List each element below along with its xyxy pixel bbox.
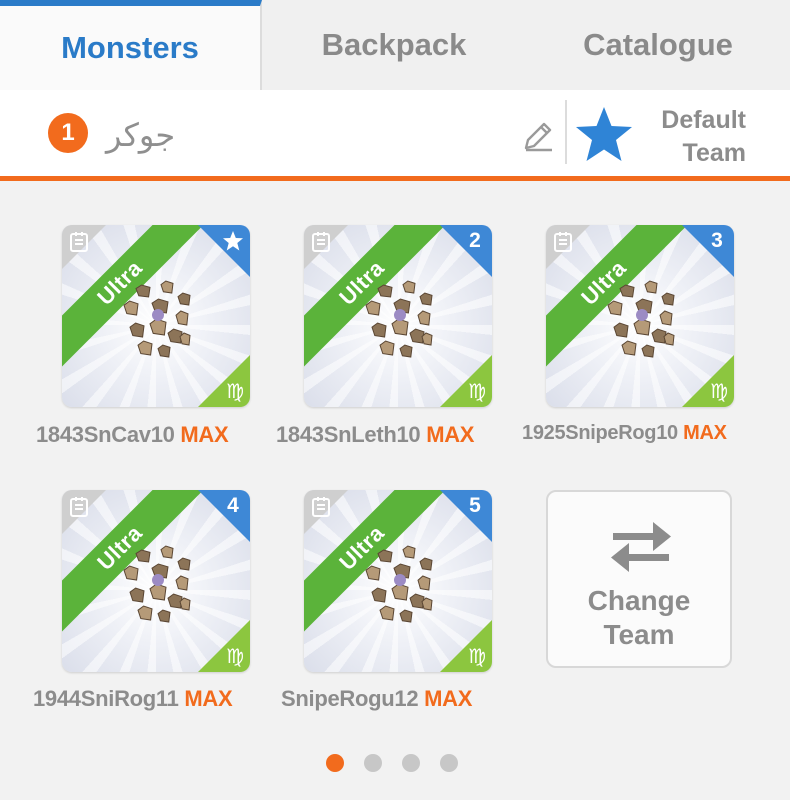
monster-art [365, 280, 433, 358]
monster-name: 1925SnipeRog10 [522, 422, 678, 444]
default-team-line1: Default [661, 106, 746, 134]
default-team-line2: Team [682, 139, 746, 167]
page-dot[interactable] [326, 754, 344, 772]
monster-art [365, 545, 433, 623]
note-icon [70, 497, 88, 517]
tab-backpack[interactable]: Backpack [262, 0, 526, 90]
monster-caption: 1925SnipeRog10 MAX [522, 422, 727, 456]
team-name: جوكر [106, 116, 176, 154]
monster-level: MAX [683, 422, 727, 444]
team-header: 1 جوكر Default Team [0, 90, 790, 181]
monster-level: MAX [426, 422, 475, 447]
page-dot[interactable] [364, 754, 382, 772]
team-number-badge: 1 [48, 113, 88, 153]
header-divider [565, 100, 567, 164]
tab-monsters[interactable]: Monsters [0, 0, 262, 90]
monster-art [123, 545, 191, 623]
note-icon [312, 232, 330, 252]
slot-number: 5 [469, 494, 481, 517]
page-dot[interactable] [440, 754, 458, 772]
monster-caption: SnipeRogu12 MAX [281, 686, 472, 720]
monster-art [123, 280, 191, 358]
change-team-button[interactable]: Change Team [546, 490, 732, 668]
leader-star-icon [223, 231, 243, 251]
slot-number: 2 [469, 229, 481, 252]
monster-caption: 1843SnLeth10 MAX [276, 422, 474, 456]
page-dot[interactable] [402, 754, 420, 772]
page-indicator [326, 754, 458, 772]
virgo-icon: ♍ [468, 379, 486, 403]
monster-caption: 1944SniRog11 MAX [33, 686, 233, 720]
slot-number: 4 [227, 494, 239, 517]
note-icon [312, 497, 330, 517]
change-team-line1: Change [587, 585, 691, 616]
monster-card[interactable]: Ultra ♍ 4 [62, 490, 250, 672]
monster-name: 1843SnCav10 [36, 422, 175, 447]
virgo-icon: ♍ [226, 644, 244, 668]
default-team-star-icon[interactable] [573, 104, 635, 166]
virgo-icon: ♍ [226, 379, 244, 403]
change-team-label: Change Team [548, 584, 730, 652]
change-team-line2: Team [603, 619, 675, 650]
pencil-edit-icon[interactable] [520, 118, 556, 154]
monster-level: MAX [184, 686, 233, 711]
monster-name: 1944SniRog11 [33, 686, 179, 711]
monster-level: MAX [424, 686, 473, 711]
monster-level: MAX [180, 422, 229, 447]
monster-card[interactable]: Ultra ♍ 2 [304, 225, 492, 407]
note-icon [554, 232, 572, 252]
monster-name: 1843SnLeth10 [276, 422, 421, 447]
virgo-icon: ♍ [468, 644, 486, 668]
default-team-label[interactable]: Default Team [640, 104, 746, 170]
monster-name: SnipeRogu12 [281, 686, 419, 711]
virgo-icon: ♍ [710, 379, 728, 403]
monster-card[interactable]: Ultra ♍ 5 [304, 490, 492, 672]
tab-catalogue[interactable]: Catalogue [526, 0, 790, 90]
swap-arrows-icon [611, 522, 671, 572]
monster-card[interactable]: Ultra ♍ [62, 225, 250, 407]
monster-art [607, 280, 675, 358]
tab-bar: Monsters Backpack Catalogue [0, 0, 790, 90]
monster-card[interactable]: Ultra ♍ 3 [546, 225, 734, 407]
note-icon [70, 232, 88, 252]
slot-number: 3 [711, 229, 723, 252]
monster-caption: 1843SnCav10 MAX [36, 422, 229, 456]
